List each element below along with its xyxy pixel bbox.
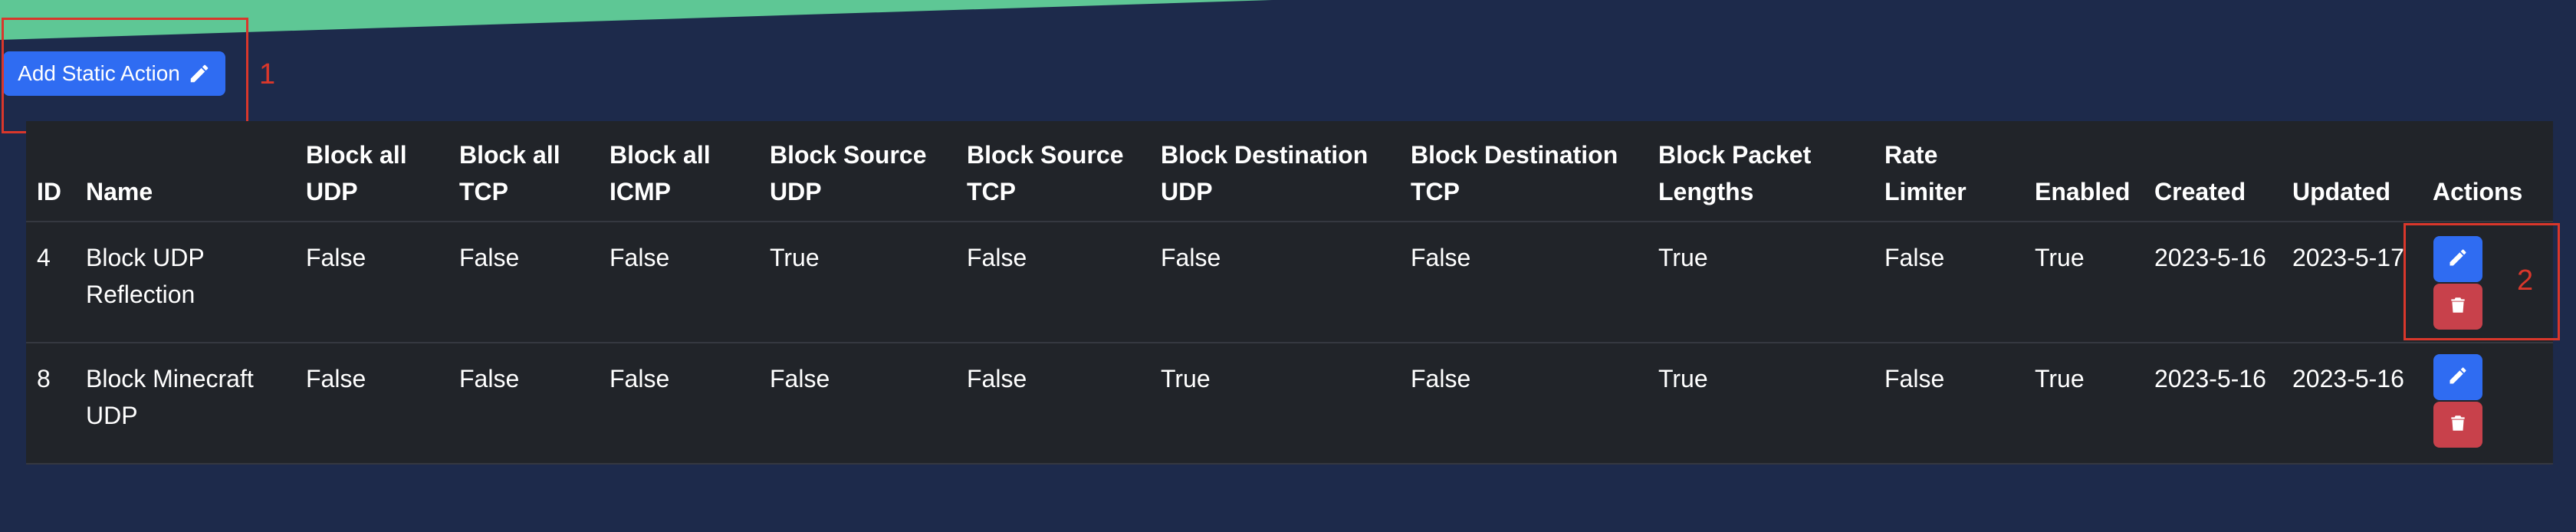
cell-rate-limiter: False	[1884, 365, 1945, 392]
cell-block-source-tcp: False	[967, 244, 1027, 271]
annotation-box-2	[2404, 223, 2560, 340]
cell-block-destination-tcp: False	[1411, 365, 1471, 392]
header-block-destination-tcp: Block Destination TCP	[1411, 141, 1618, 205]
cell-enabled: True	[2035, 365, 2085, 392]
cell-name: Block Minecraft UDP	[86, 365, 254, 429]
cell-enabled: True	[2035, 244, 2085, 271]
header-block-source-udp: Block Source UDP	[770, 141, 927, 205]
header-id: ID	[37, 178, 61, 205]
pencil-icon	[2447, 365, 2469, 390]
cell-block-source-tcp: False	[967, 365, 1027, 392]
cell-block-udp: False	[306, 244, 366, 271]
header-block-icmp: Block all ICMP	[610, 141, 711, 205]
cell-block-destination-udp: True	[1161, 365, 1211, 392]
cell-block-destination-udp: False	[1161, 244, 1221, 271]
annotation-box-1	[2, 18, 248, 133]
cell-block-udp: False	[306, 365, 366, 392]
header-block-source-tcp: Block Source TCP	[967, 141, 1124, 205]
table-row: 4 Block UDP Reflection False False False…	[26, 221, 2553, 343]
cell-rate-limiter: False	[1884, 244, 1945, 271]
header-block-packet-lengths: Block Packet Lengths	[1658, 141, 1812, 205]
trash-icon	[2448, 412, 2468, 438]
cell-block-icmp: False	[610, 244, 670, 271]
cell-block-icmp: False	[610, 365, 670, 392]
header-rate-limiter: Rate Limiter	[1884, 141, 1967, 205]
cell-block-tcp: False	[459, 365, 520, 392]
table-header-row: ID Name Block all UDP Block all TCP Bloc…	[26, 121, 2553, 222]
table-row: 8 Block Minecraft UDP False False False …	[26, 342, 2553, 465]
cell-created: 2023-5-16	[2154, 244, 2266, 271]
delete-button[interactable]	[2433, 402, 2482, 448]
header-updated: Updated	[2292, 178, 2390, 205]
cell-updated: 2023-5-17	[2292, 244, 2404, 271]
annotation-label-1: 1	[259, 58, 276, 90]
cell-block-destination-tcp: False	[1411, 244, 1471, 271]
edit-button[interactable]	[2433, 354, 2482, 400]
cell-block-packet-lengths: True	[1658, 244, 1708, 271]
cell-id: 4	[37, 244, 51, 271]
static-actions-table: ID Name Block all UDP Block all TCP Bloc…	[26, 121, 2553, 465]
cell-block-packet-lengths: True	[1658, 365, 1708, 392]
cell-created: 2023-5-16	[2154, 365, 2266, 392]
annotation-label-2: 2	[2517, 264, 2534, 297]
cell-block-source-udp: False	[770, 365, 830, 392]
header-actions: Actions	[2433, 178, 2523, 205]
header-enabled: Enabled	[2035, 178, 2131, 205]
cell-block-tcp: False	[459, 244, 520, 271]
header-block-tcp: Block all TCP	[459, 141, 560, 205]
cell-name: Block UDP Reflection	[86, 244, 205, 308]
cell-id: 8	[37, 365, 51, 392]
header-block-destination-udp: Block Destination UDP	[1161, 141, 1368, 205]
cell-block-source-udp: True	[770, 244, 820, 271]
header-block-udp: Block all UDP	[306, 141, 407, 205]
header-created: Created	[2154, 178, 2246, 205]
header-name: Name	[86, 178, 153, 205]
cell-updated: 2023-5-16	[2292, 365, 2404, 392]
